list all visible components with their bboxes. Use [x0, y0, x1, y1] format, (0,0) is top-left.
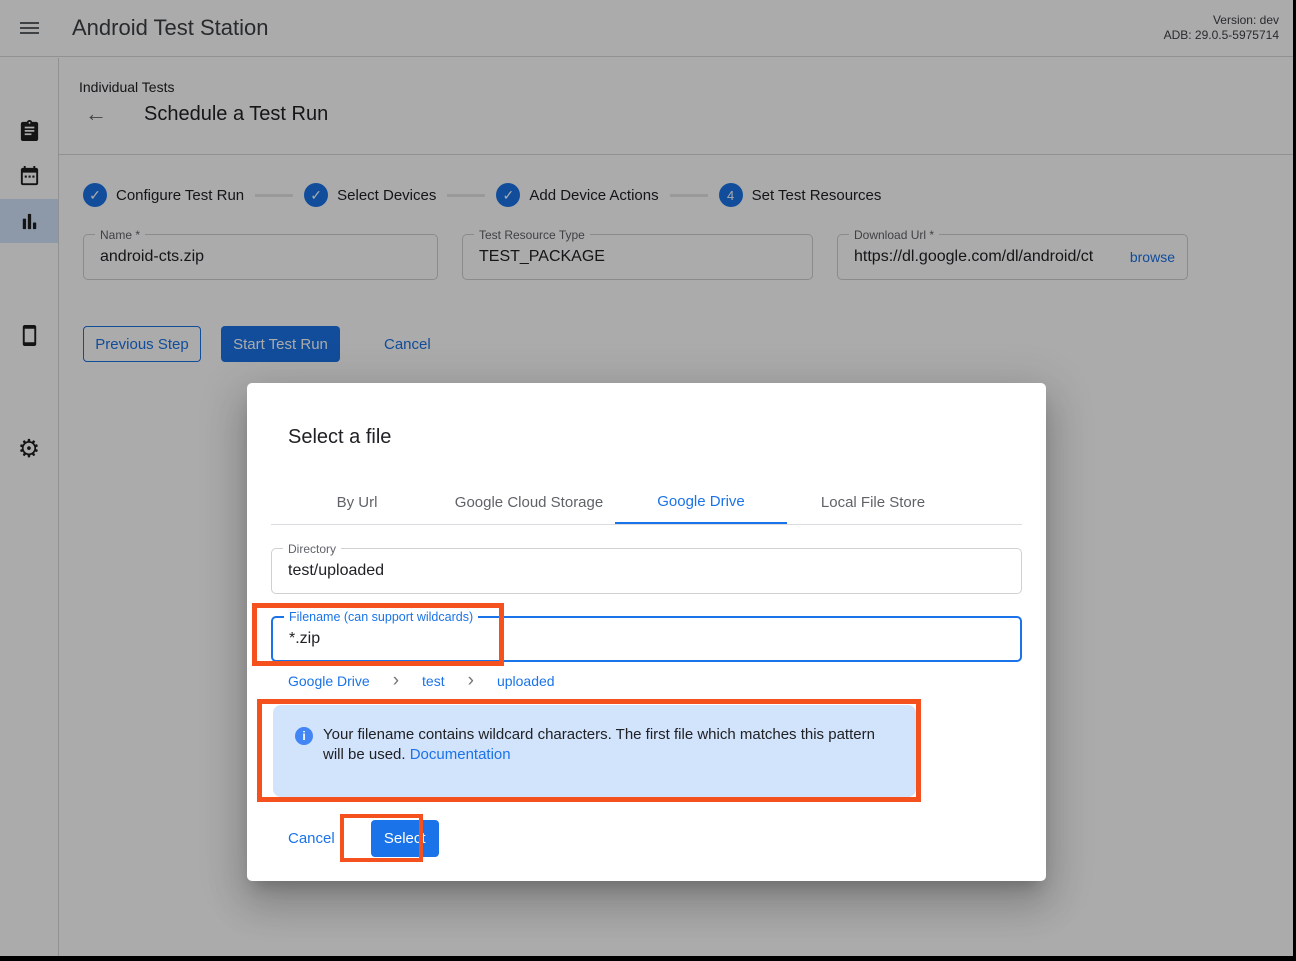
screenshot-frame: Android Test Station Version: dev ADB: 2…	[0, 0, 1296, 961]
directory-field[interactable]: Directory test/uploaded	[271, 548, 1022, 594]
tab-google-cloud-storage[interactable]: Google Cloud Storage	[443, 481, 615, 524]
tab-by-url[interactable]: By Url	[271, 481, 443, 524]
chevron-right-icon: ›	[393, 674, 399, 688]
directory-field-label: Directory	[283, 542, 341, 556]
dialog-title: Select a file	[288, 423, 1022, 451]
dialog-cancel-button[interactable]: Cancel	[288, 830, 335, 847]
chevron-right-icon: ›	[468, 674, 474, 688]
filename-field-value[interactable]: *.zip	[273, 618, 1020, 660]
documentation-link[interactable]: Documentation	[410, 746, 511, 763]
dialog-select-button[interactable]: Select	[371, 820, 439, 857]
filename-field-label: Filename (can support wildcards)	[284, 610, 478, 624]
select-file-dialog: Select a file By Url Google Cloud Storag…	[247, 383, 1046, 881]
filename-field[interactable]: Filename (can support wildcards) *.zip	[271, 616, 1022, 662]
tab-google-drive[interactable]: Google Drive	[615, 481, 787, 524]
breadcrumb-uploaded[interactable]: uploaded	[497, 673, 555, 689]
tab-local-file-store[interactable]: Local File Store	[787, 481, 959, 524]
wildcard-info-banner: i Your filename contains wildcard charac…	[273, 705, 916, 797]
breadcrumb-test[interactable]: test	[422, 673, 445, 689]
file-source-tabs: By Url Google Cloud Storage Google Drive…	[271, 481, 1022, 525]
directory-field-value[interactable]: test/uploaded	[272, 549, 1021, 593]
drive-breadcrumb: Google Drive › test › uploaded	[271, 673, 1022, 689]
info-icon: i	[295, 727, 313, 745]
breadcrumb-google-drive[interactable]: Google Drive	[288, 673, 370, 689]
banner-text: Your filename contains wildcard characte…	[323, 725, 881, 797]
dialog-actions: Cancel Select	[288, 820, 1022, 857]
app-window: Android Test Station Version: dev ADB: 2…	[0, 0, 1293, 956]
